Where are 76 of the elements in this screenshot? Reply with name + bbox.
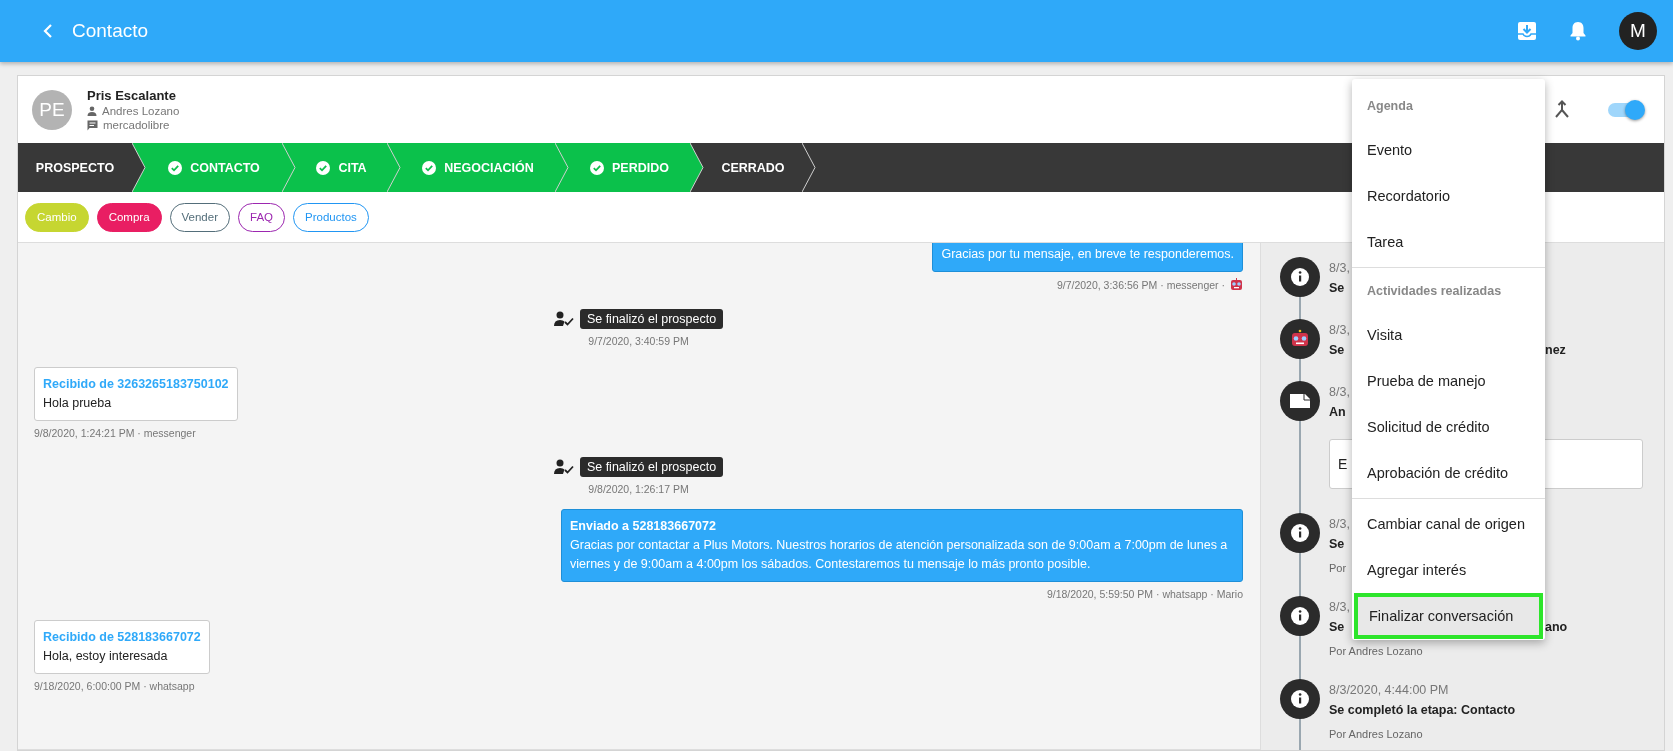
activity-title: nez: [1545, 343, 1566, 357]
person-icon: [87, 106, 97, 116]
inbox-download-icon[interactable]: [1517, 21, 1537, 41]
event-time: 9/8/2020, 1:26:17 PM: [588, 483, 689, 495]
stage-divider: [555, 143, 569, 192]
menu-item[interactable]: Visita: [1352, 312, 1545, 358]
contact-name: Pris Escalante: [87, 88, 177, 103]
message-text: Hola, estoy interesada: [43, 648, 169, 665]
bell-icon[interactable]: [1569, 21, 1587, 41]
activity-date: 8/3,: [1329, 517, 1350, 531]
event-label: Se finalizó el prospecto: [579, 457, 724, 477]
tag-chip[interactable]: FAQ: [238, 202, 285, 232]
activity-date: 8/3/2020, 4:44:00 PM: [1329, 683, 1449, 697]
activity-date: 8/3,: [1329, 385, 1350, 399]
info-icon: [1280, 596, 1320, 636]
check-circle-icon: [590, 160, 604, 175]
activity-author: Por Andres Lozano: [1329, 645, 1423, 657]
message-meta: 9/18/2020, 6:00:00 PM · whatsapp: [34, 680, 195, 692]
menu-item[interactable]: Agregar interés: [1352, 547, 1545, 593]
menu-item[interactable]: Prueba de manejo: [1352, 358, 1545, 404]
tag-chip[interactable]: Compra: [96, 202, 162, 232]
message-text: Hola prueba: [43, 395, 113, 412]
page-title: Contacto: [72, 20, 149, 42]
activity-title: Se: [1329, 537, 1345, 551]
person-check-icon: [553, 459, 574, 475]
activity-date: 8/3,: [1329, 323, 1350, 337]
note-text: E: [1338, 456, 1348, 472]
menu-item[interactable]: Evento: [1352, 127, 1545, 173]
message-text: Gracias por tu mensaje, en breve te responderemos.: [941, 246, 1234, 263]
user-avatar[interactable]: M: [1619, 12, 1657, 50]
activity-title: Se: [1329, 343, 1345, 357]
menu-section-header: Actividades realizadas: [1366, 283, 1503, 300]
info-icon: [1280, 513, 1320, 553]
info-icon: [1280, 679, 1320, 719]
stage-divider: [802, 143, 816, 192]
note-icon: [1280, 381, 1320, 421]
check-circle-icon: [168, 160, 183, 175]
chat-icon: [87, 119, 98, 131]
contact-avatar: PE: [32, 89, 72, 130]
menu-item[interactable]: Solicitud de crédito: [1352, 404, 1545, 450]
menu-item[interactable]: Cambiar canal de origen: [1352, 501, 1545, 547]
message-heading: Recibido de 528183667072: [43, 629, 201, 646]
merge-icon[interactable]: [1554, 99, 1570, 120]
menu-item[interactable]: Tarea: [1352, 219, 1545, 265]
message-meta: 9/18/2020, 5:59:50 PM · whatsapp · Mario: [1046, 588, 1243, 600]
activity-author: Por Andres Lozano: [1329, 728, 1423, 740]
activity-title: Se completó la etapa: Contacto: [1329, 703, 1516, 717]
activity-title: An: [1329, 405, 1346, 419]
event-label: Se finalizó el prospecto: [579, 309, 724, 329]
info-icon: [1280, 257, 1320, 297]
activity-title: ano: [1545, 620, 1568, 634]
event-time: 9/7/2020, 3:40:59 PM: [588, 335, 689, 347]
activity-date: 8/3,: [1329, 261, 1350, 275]
activity-author: Por: [1329, 562, 1347, 574]
stage-divider: [387, 143, 401, 192]
message-meta: 9/7/2020, 3:36:56 PM · messenger ·: [1056, 278, 1225, 291]
activity-title: Se: [1329, 281, 1345, 295]
message-text: Gracias por contactar a Plus Motors. Nuestros horarios de atención personalizada son de 9:00am a 7:00pm de lunes a viernes y de 9:00am a 4:00pm los sábados. Contestaremos tu mensaje lo más pronto posible.: [570, 537, 1229, 573]
activity-title: Se: [1329, 620, 1345, 634]
message-meta: 9/8/2020, 1:24:21 PM · messenger: [34, 427, 196, 439]
menu-item[interactable]: Finalizar conversación: [1354, 593, 1543, 639]
menu-item[interactable]: Recordatorio: [1352, 173, 1545, 219]
menu-item[interactable]: Aprobación de crédito: [1352, 450, 1545, 496]
message-heading: Recibido de 3263265183750102: [43, 376, 229, 393]
channel-name: mercadolibre: [103, 119, 170, 131]
check-circle-icon: [422, 160, 437, 175]
check-circle-icon: [316, 160, 331, 175]
message-heading: Enviado a 528183667072: [570, 518, 717, 535]
robot-icon: [1280, 319, 1320, 359]
stage-divider: [282, 143, 296, 192]
activity-date: 8/3,: [1329, 600, 1350, 614]
menu-section-header: Agenda: [1366, 98, 1414, 115]
tag-chip[interactable]: Vender: [169, 202, 230, 232]
toggle-switch[interactable]: [1608, 102, 1642, 117]
agent-name: Andres Lozano: [102, 105, 180, 117]
person-check-icon: [553, 311, 574, 327]
